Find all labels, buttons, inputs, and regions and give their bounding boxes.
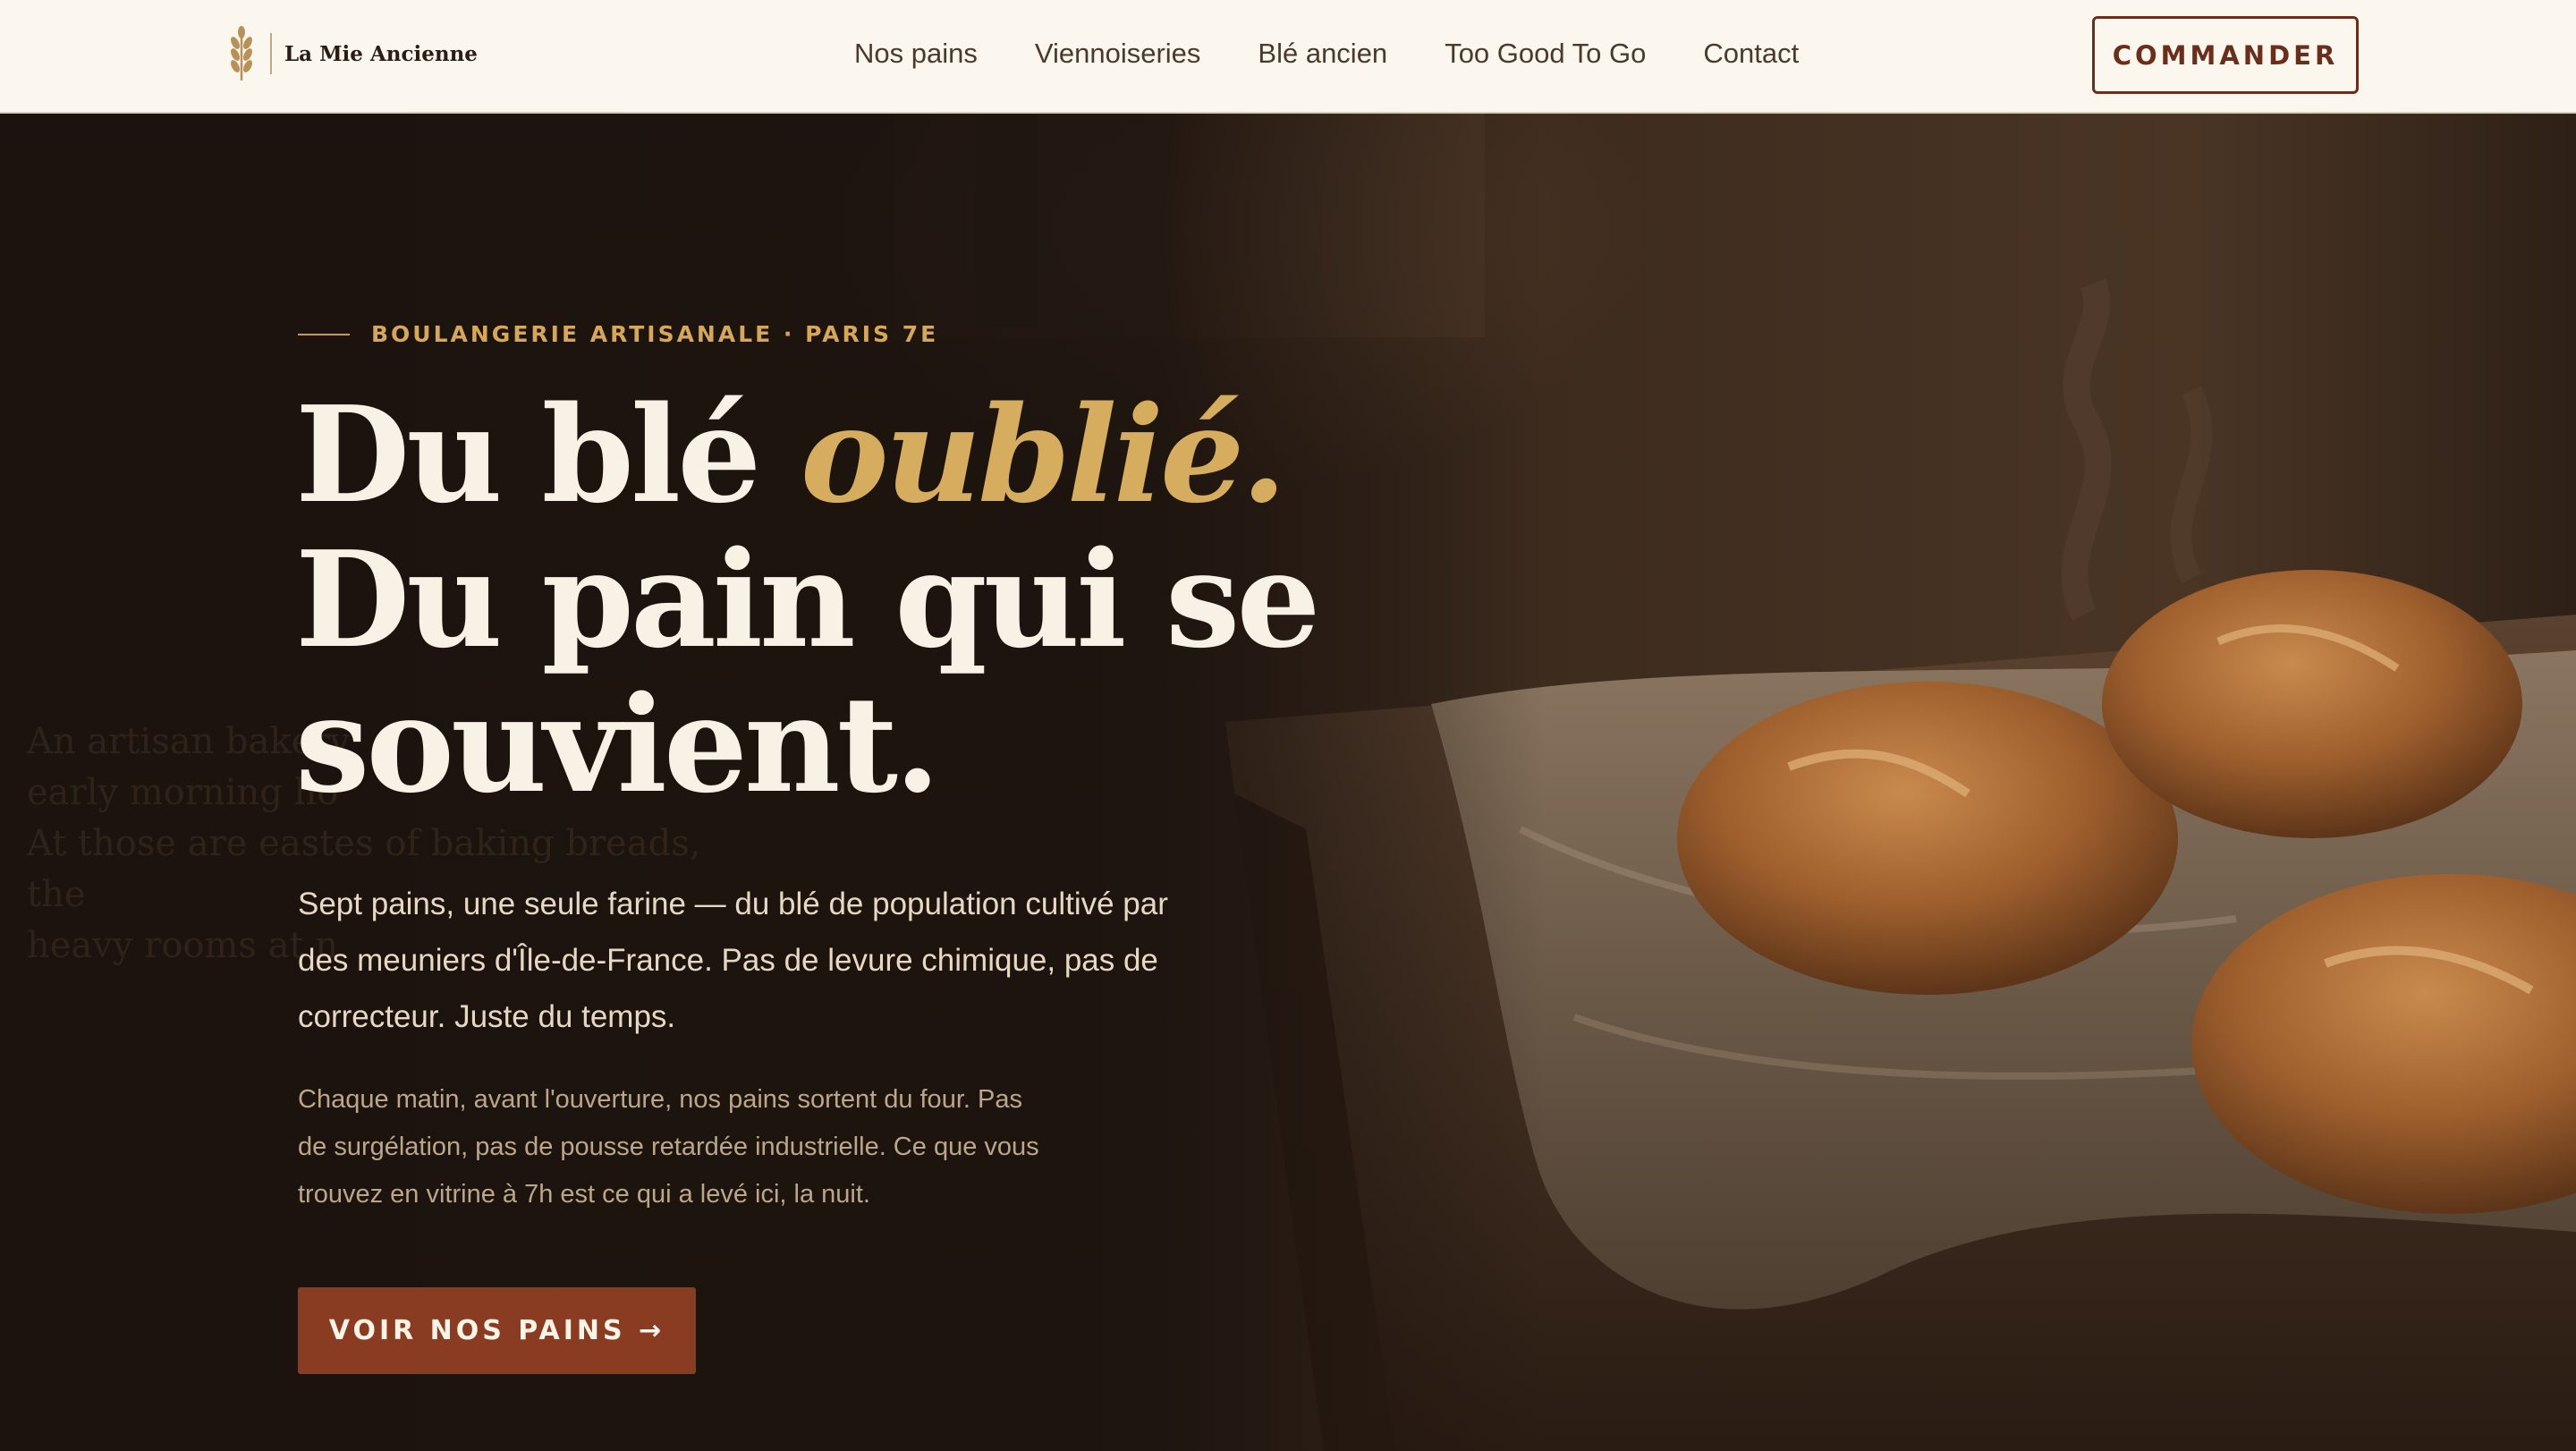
- nav-item-too-good-to-go[interactable]: Too Good To Go: [1445, 38, 1646, 70]
- page: La Mie Ancienne Nos pains Viennoiseries …: [0, 0, 2576, 1451]
- hero-section: An artisan bakery early morning ho At th…: [0, 114, 2576, 1451]
- main-nav: Nos pains Viennoiseries Blé ancien Too G…: [854, 38, 1799, 70]
- site-header: La Mie Ancienne Nos pains Viennoiseries …: [0, 0, 2576, 114]
- brand-name: La Mie Ancienne: [284, 41, 478, 66]
- eyebrow-rule: [298, 333, 350, 335]
- wheat-icon: [231, 26, 252, 81]
- order-button[interactable]: COMMANDER: [2092, 16, 2359, 94]
- hero-lead-paragraph: Sept pains, une seule farine — du blé de…: [298, 887, 1168, 1034]
- hero-eyebrow: BOULANGERIE ARTISANALE · PARIS 7E: [298, 321, 938, 347]
- headline-line-3: souvient.: [295, 666, 941, 822]
- headline-line-2: Du pain qui se: [295, 522, 1321, 677]
- eyebrow-text: BOULANGERIE ARTISANALE · PARIS 7E: [371, 321, 939, 347]
- nav-item-contact[interactable]: Contact: [1703, 38, 1799, 70]
- headline-part-1: Du blé: [295, 377, 801, 532]
- nav-item-nos-pains[interactable]: Nos pains: [854, 38, 978, 70]
- hero-sub-paragraph: Chaque matin, avant l'ouverture, nos pai…: [298, 1085, 1039, 1209]
- brand-logo[interactable]: La Mie Ancienne: [225, 25, 478, 82]
- hero-headline: Du blé oublié. Du pain qui se souvient.: [295, 382, 1458, 817]
- nav-item-viennoiseries[interactable]: Viennoiseries: [1035, 38, 1201, 70]
- nav-item-ble-ancien[interactable]: Blé ancien: [1258, 38, 1387, 70]
- headline-accent: oublié.: [800, 377, 1287, 532]
- see-breads-button[interactable]: VOIR NOS PAINS →: [298, 1287, 696, 1374]
- headline-line-1: Du blé oublié.: [295, 382, 1458, 527]
- brand-divider: [270, 33, 272, 74]
